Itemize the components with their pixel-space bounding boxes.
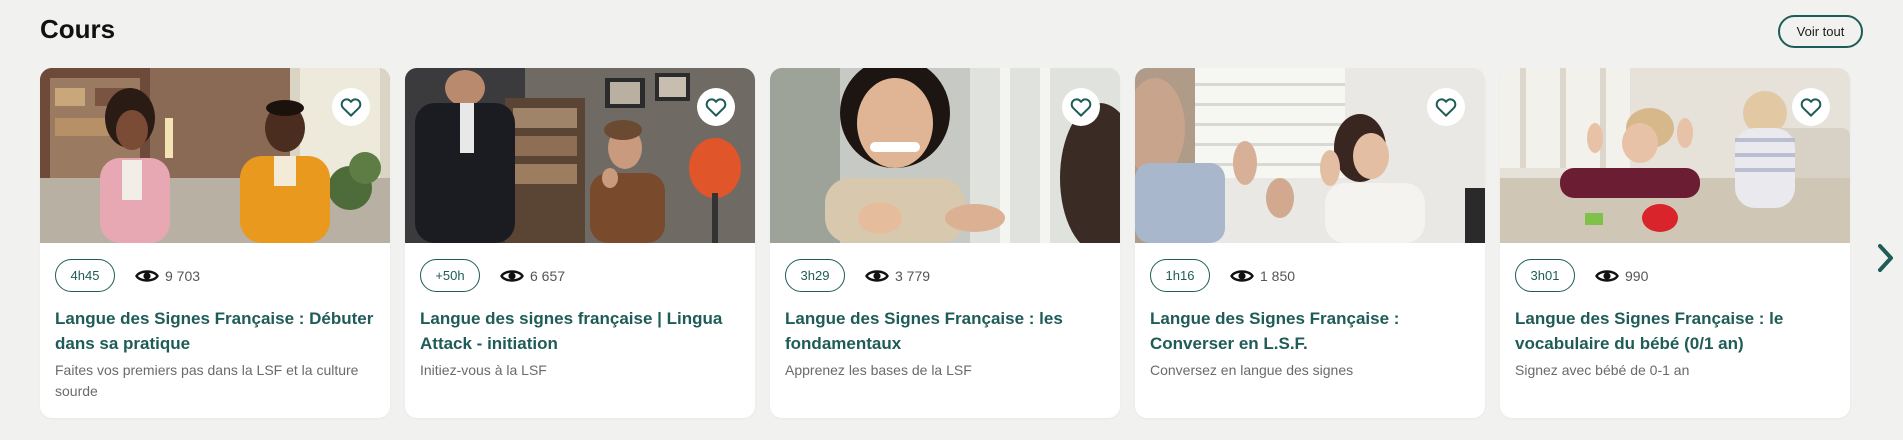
course-title[interactable]: Langue des Signes Française : les fondam… xyxy=(785,306,1110,356)
heart-outline-icon xyxy=(705,98,727,117)
course-card[interactable]: 3h01 990 Langue des Signes Française : l… xyxy=(1500,68,1850,418)
course-thumbnail[interactable] xyxy=(405,68,755,243)
course-meta: 1h16 1 850 xyxy=(1150,259,1295,292)
heart-outline-icon xyxy=(340,98,362,117)
views-count: 9 703 xyxy=(135,268,200,284)
chevron-right-icon xyxy=(1878,244,1893,272)
course-title[interactable]: Langue des signes française | Lingua Att… xyxy=(420,306,745,356)
course-subtitle: Conversez en langue des signes xyxy=(1150,362,1354,378)
views-value: 1 850 xyxy=(1260,267,1296,284)
course-meta: +50h 6 657 xyxy=(420,259,565,292)
views-value: 6 657 xyxy=(530,267,566,284)
duration-badge: +50h xyxy=(420,259,480,292)
heart-outline-icon xyxy=(1070,98,1092,117)
duration-badge: 3h01 xyxy=(1515,259,1575,292)
favorite-button[interactable] xyxy=(332,88,370,126)
course-meta: 4h45 9 703 xyxy=(55,259,200,292)
favorite-button[interactable] xyxy=(1427,88,1465,126)
course-card[interactable]: 4h45 9 703 Langue des Signes Française :… xyxy=(40,68,390,418)
duration-badge: 3h29 xyxy=(785,259,845,292)
course-thumbnail[interactable] xyxy=(40,68,390,243)
views-value: 3 779 xyxy=(895,267,931,284)
course-title[interactable]: Langue des Signes Française : le vocabul… xyxy=(1515,306,1840,356)
course-thumbnail[interactable] xyxy=(1135,68,1485,243)
course-subtitle: Faites vos premiers pas dans la LSF et l… xyxy=(55,362,359,399)
course-card[interactable]: 3h29 3 779 Langue des Signes Française :… xyxy=(770,68,1120,418)
course-thumbnail[interactable] xyxy=(1500,68,1850,243)
views-count: 990 xyxy=(1595,268,1648,284)
eye-icon xyxy=(500,268,524,284)
see-all-button[interactable]: Voir tout xyxy=(1778,15,1863,48)
favorite-button[interactable] xyxy=(1792,88,1830,126)
course-title[interactable]: Langue des Signes Française : Converser … xyxy=(1150,306,1475,356)
course-card[interactable]: +50h 6 657 Langue des signes française |… xyxy=(405,68,755,418)
course-thumbnail[interactable] xyxy=(770,68,1120,243)
course-card[interactable]: 1h16 1 850 Langue des Signes Française :… xyxy=(1135,68,1485,418)
eye-icon xyxy=(135,268,159,284)
views-value: 9 703 xyxy=(165,267,201,284)
section-title: Cours xyxy=(40,14,116,44)
course-subtitle: Apprenez les bases de la LSF xyxy=(785,362,972,378)
heart-outline-icon xyxy=(1435,98,1457,117)
eye-icon xyxy=(865,268,889,284)
duration-badge: 1h16 xyxy=(1150,259,1210,292)
course-meta: 3h01 990 xyxy=(1515,259,1648,292)
favorite-button[interactable] xyxy=(1062,88,1100,126)
course-title[interactable]: Langue des Signes Française : Débuter da… xyxy=(55,306,380,356)
eye-icon xyxy=(1595,268,1619,284)
course-meta: 3h29 3 779 xyxy=(785,259,930,292)
views-count: 3 779 xyxy=(865,268,930,284)
views-count: 6 657 xyxy=(500,268,565,284)
views-count: 1 850 xyxy=(1230,268,1295,284)
views-value: 990 xyxy=(1625,267,1649,284)
heart-outline-icon xyxy=(1800,98,1822,117)
course-subtitle: Initiez-vous à la LSF xyxy=(420,362,547,378)
eye-icon xyxy=(1230,268,1254,284)
courses-carousel: 4h45 9 703 Langue des Signes Française :… xyxy=(40,68,1855,418)
course-subtitle: Signez avec bébé de 0-1 an xyxy=(1515,362,1690,378)
favorite-button[interactable] xyxy=(697,88,735,126)
carousel-next-button[interactable] xyxy=(1872,238,1900,278)
duration-badge: 4h45 xyxy=(55,259,115,292)
